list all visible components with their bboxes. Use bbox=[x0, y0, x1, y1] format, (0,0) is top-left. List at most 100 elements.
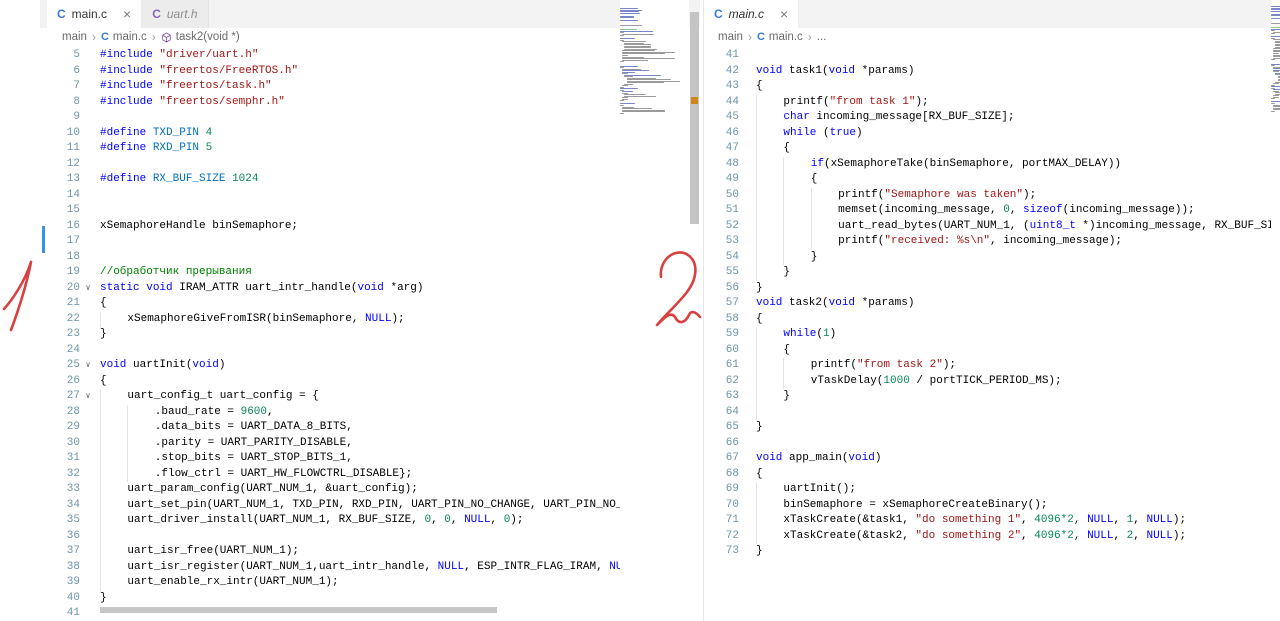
line-number[interactable]: 7 bbox=[40, 79, 80, 95]
breadcrumb-item-file[interactable]: C main.c bbox=[757, 31, 803, 43]
code-line[interactable] bbox=[96, 343, 700, 359]
code-line[interactable]: binSemaphore = xSemaphoreCreateBinary(); bbox=[751, 497, 1280, 513]
line-number[interactable]: 25 bbox=[40, 358, 80, 374]
line-number[interactable]: 66 bbox=[704, 436, 739, 452]
code-line[interactable]: } bbox=[751, 389, 1280, 405]
line-number[interactable]: 72 bbox=[704, 529, 739, 545]
code-line[interactable]: } bbox=[751, 265, 1280, 281]
line-number[interactable]: 17 bbox=[40, 234, 80, 250]
line-number[interactable]: 68 bbox=[704, 467, 739, 483]
code-line[interactable]: xSemaphoreHandle binSemaphore; bbox=[96, 219, 700, 235]
code-line[interactable] bbox=[96, 188, 700, 204]
line-number[interactable]: 8 bbox=[40, 95, 80, 111]
line-number[interactable]: 40 bbox=[40, 591, 80, 607]
line-number[interactable]: 62 bbox=[704, 374, 739, 390]
line-number[interactable]: 6 bbox=[40, 64, 80, 80]
code-line[interactable]: //обработчик прерывания bbox=[96, 265, 700, 281]
tab-main-c[interactable]: C main.c × bbox=[47, 0, 143, 28]
code-line[interactable] bbox=[96, 203, 700, 219]
code-line[interactable]: .baud_rate = 9600, bbox=[96, 404, 700, 420]
line-number[interactable]: 15 bbox=[40, 203, 80, 219]
code-line[interactable]: #define RXD_PIN 5 bbox=[96, 141, 700, 157]
line-number[interactable]: 11 bbox=[40, 141, 80, 157]
line-number[interactable]: 34 bbox=[40, 498, 80, 514]
line-number[interactable]: 41 bbox=[704, 48, 739, 64]
code-line[interactable]: xSemaphoreGiveFromISR(binSemaphore, NULL… bbox=[96, 311, 700, 327]
vertical-scrollbar[interactable] bbox=[689, 0, 700, 621]
line-number[interactable]: 22 bbox=[40, 312, 80, 328]
code-line[interactable]: xTaskCreate(&task2, "do something 2", 40… bbox=[751, 528, 1280, 544]
line-number[interactable]: 5 bbox=[40, 48, 80, 64]
fold-chevron-icon[interactable]: ∨ bbox=[80, 358, 96, 374]
horizontal-scrollbar-thumb[interactable] bbox=[100, 607, 497, 613]
line-number[interactable]: 64 bbox=[704, 405, 739, 421]
line-number[interactable]: 71 bbox=[704, 513, 739, 529]
line-number[interactable]: 37 bbox=[40, 544, 80, 560]
code-line[interactable]: printf("received: %s\n", incoming_messag… bbox=[751, 234, 1280, 250]
code-line[interactable] bbox=[751, 436, 1280, 452]
code-line[interactable]: .flow_ctrl = UART_HW_FLOWCTRL_DISABLE}; bbox=[96, 466, 700, 482]
line-number[interactable]: 46 bbox=[704, 126, 739, 142]
line-number[interactable]: 20 bbox=[40, 281, 80, 297]
code-line[interactable]: #include "freertos/task.h" bbox=[96, 79, 700, 95]
line-number[interactable]: 52 bbox=[704, 219, 739, 235]
line-number[interactable]: 30 bbox=[40, 436, 80, 452]
code-editor-left[interactable]: 5 #include "driver/uart.h" 6 #include "free… bbox=[40, 46, 700, 621]
line-number[interactable]: 49 bbox=[704, 172, 739, 188]
line-number[interactable]: 48 bbox=[704, 157, 739, 173]
line-number[interactable]: 42 bbox=[704, 64, 739, 80]
code-line[interactable]: { bbox=[751, 467, 1280, 483]
line-number[interactable]: 67 bbox=[704, 451, 739, 467]
code-line[interactable]: static void IRAM_ATTR uart_intr_handle(v… bbox=[96, 281, 700, 297]
minimap-sliver[interactable] bbox=[1271, 0, 1280, 621]
code-line[interactable]: void app_main(void) bbox=[751, 451, 1280, 467]
code-line[interactable]: uart_set_pin(UART_NUM_1, TXD_PIN, RXD_PI… bbox=[96, 497, 700, 513]
code-line[interactable]: } bbox=[751, 544, 1280, 560]
code-line[interactable]: #define TXD_PIN 4 bbox=[96, 126, 700, 142]
line-number[interactable]: 13 bbox=[40, 172, 80, 188]
line-number[interactable]: 57 bbox=[704, 296, 739, 312]
code-line[interactable]: #include "freertos/FreeRTOS.h" bbox=[96, 64, 700, 80]
line-number[interactable]: 23 bbox=[40, 327, 80, 343]
code-line[interactable]: .parity = UART_PARITY_DISABLE, bbox=[96, 435, 700, 451]
line-number[interactable]: 27 bbox=[40, 389, 80, 405]
code-line[interactable]: } bbox=[751, 420, 1280, 436]
code-line[interactable]: { bbox=[96, 374, 700, 390]
code-line[interactable]: printf("Semaphore was taken"); bbox=[751, 187, 1280, 203]
tab-main-c-right[interactable]: C main.c × bbox=[704, 0, 800, 28]
code-line[interactable]: #include "driver/uart.h" bbox=[96, 48, 700, 64]
line-number[interactable]: 61 bbox=[704, 358, 739, 374]
code-line[interactable]: #include "freertos/semphr.h" bbox=[96, 95, 700, 111]
code-line[interactable]: xTaskCreate(&task1, "do something 1", 40… bbox=[751, 513, 1280, 529]
code-line[interactable]: printf("from task 2"); bbox=[751, 358, 1280, 374]
line-number[interactable]: 69 bbox=[704, 482, 739, 498]
minimap[interactable] bbox=[620, 0, 689, 621]
code-line[interactable]: void task1(void *params) bbox=[751, 64, 1280, 80]
code-line[interactable]: } bbox=[751, 281, 1280, 297]
line-number[interactable]: 33 bbox=[40, 482, 80, 498]
line-number[interactable]: 45 bbox=[704, 110, 739, 126]
line-number[interactable]: 51 bbox=[704, 203, 739, 219]
code-line[interactable]: memset(incoming_message, 0, sizeof(incom… bbox=[751, 203, 1280, 219]
line-number[interactable]: 55 bbox=[704, 265, 739, 281]
line-number[interactable]: 26 bbox=[40, 374, 80, 390]
code-line[interactable]: } bbox=[751, 249, 1280, 265]
code-line[interactable]: vTaskDelay(1000 / portTICK_PERIOD_MS); bbox=[751, 373, 1280, 389]
scrollbar-thumb[interactable] bbox=[690, 12, 699, 224]
code-line[interactable]: while(1) bbox=[751, 327, 1280, 343]
line-number[interactable]: 29 bbox=[40, 420, 80, 436]
line-number[interactable]: 21 bbox=[40, 296, 80, 312]
code-line[interactable]: void uartInit(void) bbox=[96, 358, 700, 374]
code-line[interactable]: { bbox=[751, 141, 1280, 157]
close-icon[interactable]: × bbox=[780, 7, 788, 21]
code-line[interactable]: { bbox=[751, 342, 1280, 358]
line-number[interactable]: 32 bbox=[40, 467, 80, 483]
code-line[interactable] bbox=[96, 110, 700, 126]
breadcrumb-item-collapsed[interactable]: ... bbox=[817, 31, 827, 43]
line-number[interactable]: 10 bbox=[40, 126, 80, 142]
breadcrumb-item-folder[interactable]: main bbox=[62, 31, 87, 43]
line-number[interactable]: 43 bbox=[704, 79, 739, 95]
code-line[interactable] bbox=[751, 48, 1280, 64]
code-line[interactable]: uart_config_t uart_config = { bbox=[96, 389, 700, 405]
code-line[interactable]: { bbox=[96, 296, 700, 312]
